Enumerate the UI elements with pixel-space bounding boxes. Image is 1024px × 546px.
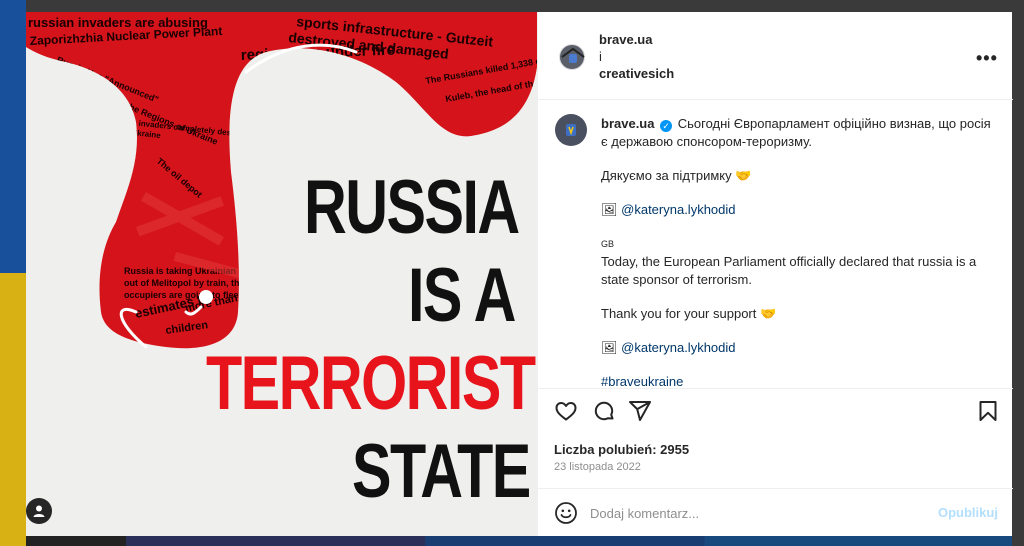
post-header: brave.ua i creativesich ••• [538, 12, 1013, 100]
backdrop-flag-strip [0, 0, 26, 546]
collab-connector: i [599, 49, 602, 64]
poster-headline: out of Melitopol by train, the [124, 278, 245, 288]
poster-title-line-4: STATE [352, 429, 531, 514]
image-emoji-icon: 🖼 [601, 202, 618, 217]
post-date[interactable]: 23 listopada 2022 [554, 461, 641, 473]
avatar[interactable] [559, 44, 585, 70]
caption-username[interactable]: brave.ua [601, 116, 654, 131]
comment-bar: Opublikuj [538, 488, 1013, 536]
bookmark-icon[interactable] [976, 399, 1000, 423]
backdrop-top [26, 0, 1024, 12]
tagged-users-button[interactable] [26, 498, 52, 524]
poster-title-line-3: TERRORIST [206, 341, 536, 426]
author-username[interactable]: brave.ua [599, 32, 652, 47]
heart-icon[interactable] [554, 399, 578, 423]
backdrop-right [1012, 0, 1024, 546]
caption-text: brave.ua ✓ Сьогодні Європарламент офіцій… [601, 115, 996, 388]
post-details-panel: brave.ua i creativesich ••• brave.ua ✓ С… [537, 12, 1013, 536]
comment-icon[interactable] [592, 399, 616, 423]
caption-paragraph: Дякуємо за підтримку 🤝 [601, 168, 752, 183]
caption-paragraph: Thank you for your support 🤝 [601, 306, 777, 321]
mention-link[interactable]: @kateryna.lykhodid [621, 202, 735, 217]
user-icon [33, 505, 45, 517]
poster-title-line-2: IS A [408, 253, 516, 338]
emoji-icon[interactable] [554, 501, 578, 525]
mention-link[interactable]: @kateryna.lykhodid [621, 340, 735, 355]
hashtag-link[interactable]: #braveukraine [601, 373, 996, 388]
post-image[interactable]: russian invaders are abusing Zaporizhzhi… [26, 12, 537, 536]
share-icon[interactable] [628, 399, 652, 423]
publish-button[interactable]: Opublikuj [938, 505, 998, 520]
avatar[interactable] [555, 114, 587, 146]
likes-count[interactable]: Liczba polubień: 2955 [554, 442, 689, 457]
post-modal: russian invaders are abusing Zaporizhzhi… [26, 12, 1013, 536]
verified-icon: ✓ [660, 120, 673, 132]
poster-title-line-1: RUSSIA [304, 165, 520, 250]
backdrop-bottom [26, 536, 1024, 546]
comment-input[interactable] [590, 502, 920, 524]
collaborator-username[interactable]: creativesich [599, 66, 674, 81]
more-icon[interactable]: ••• [976, 48, 998, 69]
action-bar [538, 388, 1013, 432]
caption-area: brave.ua ✓ Сьогодні Європарламент офіцій… [538, 101, 1013, 388]
language-tag: GB [601, 239, 615, 249]
image-emoji-icon: 🖼 [601, 340, 618, 355]
caption-paragraph: Сьогодні Європарламент офіційно визнав, … [601, 116, 991, 149]
caption-paragraph: Today, the European Parliament officiall… [601, 254, 977, 287]
